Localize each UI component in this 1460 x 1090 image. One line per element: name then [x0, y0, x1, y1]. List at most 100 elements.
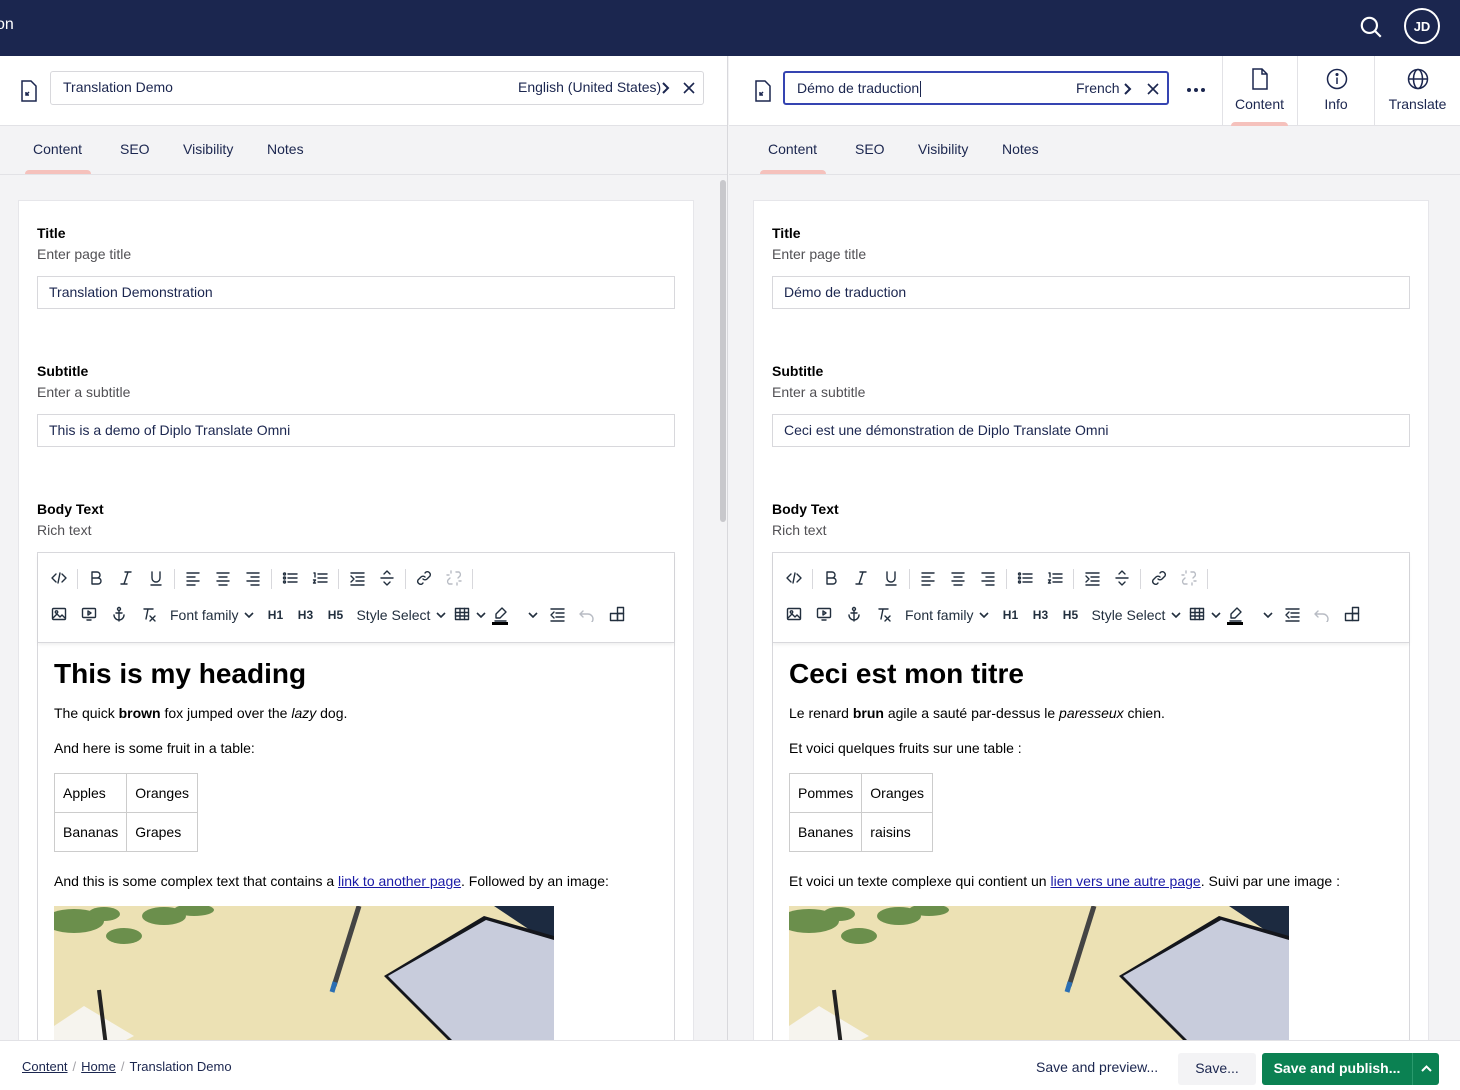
tab-notes[interactable]: Notes — [1002, 141, 1039, 157]
heading-1-button[interactable]: H1 — [995, 608, 1025, 622]
breadcrumb-content[interactable]: Content — [22, 1059, 68, 1074]
document-name-input[interactable]: Démo de traduction — [797, 80, 922, 98]
tab-notes[interactable]: Notes — [267, 141, 304, 157]
chevron-right-icon[interactable] — [660, 81, 670, 95]
tab-seo[interactable]: SEO — [120, 141, 150, 157]
link-button[interactable] — [409, 564, 439, 594]
bold-button[interactable] — [81, 564, 111, 594]
strikethrough-button[interactable] — [1107, 564, 1137, 594]
document-name-input[interactable]: Translation Demo — [63, 79, 173, 95]
style-select-dropdown[interactable]: Style Select — [1085, 600, 1187, 630]
editor-content[interactable]: This is my heading The quick brown fox j… — [53, 657, 664, 1040]
culture-selector[interactable]: English (United States) — [518, 79, 661, 95]
save-and-preview-button[interactable]: Save and preview... — [1024, 1053, 1170, 1085]
unlink-button[interactable] — [439, 564, 469, 594]
unlink-button[interactable] — [1174, 564, 1204, 594]
bullet-list-button[interactable] — [275, 564, 305, 594]
table-dropdown[interactable] — [1187, 600, 1223, 630]
clear-formatting-icon — [141, 606, 157, 625]
highlight-color-dropdown[interactable] — [488, 600, 542, 630]
tab-visibility[interactable]: Visibility — [918, 141, 968, 157]
app-tab-content[interactable]: Content — [1222, 56, 1296, 126]
indent-button[interactable] — [1077, 564, 1107, 594]
font-family-dropdown[interactable]: Font family — [164, 600, 260, 630]
close-icon[interactable] — [682, 81, 696, 95]
heading-5-button[interactable]: H5 — [320, 608, 350, 622]
align-left-button[interactable] — [178, 564, 208, 594]
title-input[interactable]: Translation Demonstration — [37, 276, 675, 309]
subtitle-input[interactable]: This is a demo of Diplo Translate Omni — [37, 414, 675, 447]
clear-formatting-button[interactable] — [869, 600, 899, 630]
content-link[interactable]: link to another page — [338, 873, 461, 889]
link-button[interactable] — [1144, 564, 1174, 594]
source-code-button[interactable] — [44, 564, 74, 594]
align-right-button[interactable] — [973, 564, 1003, 594]
strikethrough-button[interactable] — [372, 564, 402, 594]
tab-content[interactable]: Content — [768, 141, 817, 157]
culture-selector[interactable]: French — [1076, 80, 1120, 96]
clear-formatting-icon — [876, 606, 892, 625]
undo-button[interactable] — [572, 600, 602, 630]
content-paragraph: And this is some complex text that conta… — [54, 873, 609, 889]
bullet-list-button[interactable] — [1010, 564, 1040, 594]
style-select-dropdown[interactable]: Style Select — [350, 600, 452, 630]
user-avatar[interactable]: JD — [1404, 8, 1440, 44]
more-actions-icon[interactable] — [1184, 80, 1208, 100]
tab-content[interactable]: Content — [33, 141, 82, 157]
align-center-button[interactable] — [208, 564, 238, 594]
align-center-button[interactable] — [943, 564, 973, 594]
italic-button[interactable] — [846, 564, 876, 594]
table-dropdown[interactable] — [452, 600, 488, 630]
numbered-list-button[interactable] — [305, 564, 335, 594]
italic-button[interactable] — [111, 564, 141, 594]
numbered-list-button[interactable] — [1040, 564, 1070, 594]
font-family-dropdown[interactable]: Font family — [899, 600, 995, 630]
section-name[interactable]: on — [0, 16, 14, 34]
scrollbar[interactable] — [720, 180, 726, 522]
toolbar-row — [44, 564, 476, 594]
align-left-icon — [920, 570, 936, 589]
chevron-right-icon[interactable] — [1122, 82, 1132, 96]
heading-1-button[interactable]: H1 — [260, 608, 290, 622]
source-code-button[interactable] — [779, 564, 809, 594]
underline-button[interactable] — [876, 564, 906, 594]
undo-button[interactable] — [1307, 600, 1337, 630]
heading-3-button[interactable]: H3 — [1025, 608, 1055, 622]
heading-3-button[interactable]: H3 — [290, 608, 320, 622]
save-and-publish-button[interactable]: Save and publish... — [1262, 1053, 1412, 1085]
insert-image-button[interactable] — [779, 600, 809, 630]
align-left-button[interactable] — [913, 564, 943, 594]
bold-button[interactable] — [816, 564, 846, 594]
outdent-button[interactable] — [1277, 600, 1307, 630]
subtitle-input[interactable]: Ceci est une démonstration de Diplo Tran… — [772, 414, 1410, 447]
insert-media-button[interactable] — [809, 600, 839, 630]
tab-visibility[interactable]: Visibility — [183, 141, 233, 157]
insert-media-button[interactable] — [74, 600, 104, 630]
document-name-box[interactable]: Translation Demo English (United States) — [50, 71, 704, 105]
editor-content[interactable]: Ceci est mon titre Le renard brun agile … — [788, 657, 1399, 1040]
title-input[interactable]: Démo de traduction — [772, 276, 1410, 309]
highlight-color-dropdown[interactable] — [1223, 600, 1277, 630]
content-link[interactable]: lien vers une autre page — [1050, 873, 1200, 889]
save-button[interactable]: Save... — [1178, 1053, 1256, 1085]
clear-formatting-button[interactable] — [134, 600, 164, 630]
align-right-button[interactable] — [238, 564, 268, 594]
indent-button[interactable] — [342, 564, 372, 594]
heading-5-button[interactable]: H5 — [1055, 608, 1085, 622]
anchor-button[interactable] — [839, 600, 869, 630]
document-name-box[interactable]: Démo de traduction French — [783, 71, 1169, 105]
search-icon[interactable] — [1358, 14, 1384, 40]
indent-icon — [349, 570, 365, 589]
outdent-button[interactable] — [542, 600, 572, 630]
blocks-button[interactable] — [602, 600, 632, 630]
breadcrumb-home[interactable]: Home — [81, 1059, 116, 1074]
close-icon[interactable] — [1146, 82, 1160, 96]
insert-image-button[interactable] — [44, 600, 74, 630]
app-tab-info[interactable]: Info — [1297, 56, 1374, 126]
app-tab-translate[interactable]: Translate — [1374, 56, 1460, 126]
underline-button[interactable] — [141, 564, 171, 594]
blocks-button[interactable] — [1337, 600, 1367, 630]
publish-options-button[interactable] — [1412, 1053, 1439, 1085]
tab-seo[interactable]: SEO — [855, 141, 885, 157]
anchor-button[interactable] — [104, 600, 134, 630]
